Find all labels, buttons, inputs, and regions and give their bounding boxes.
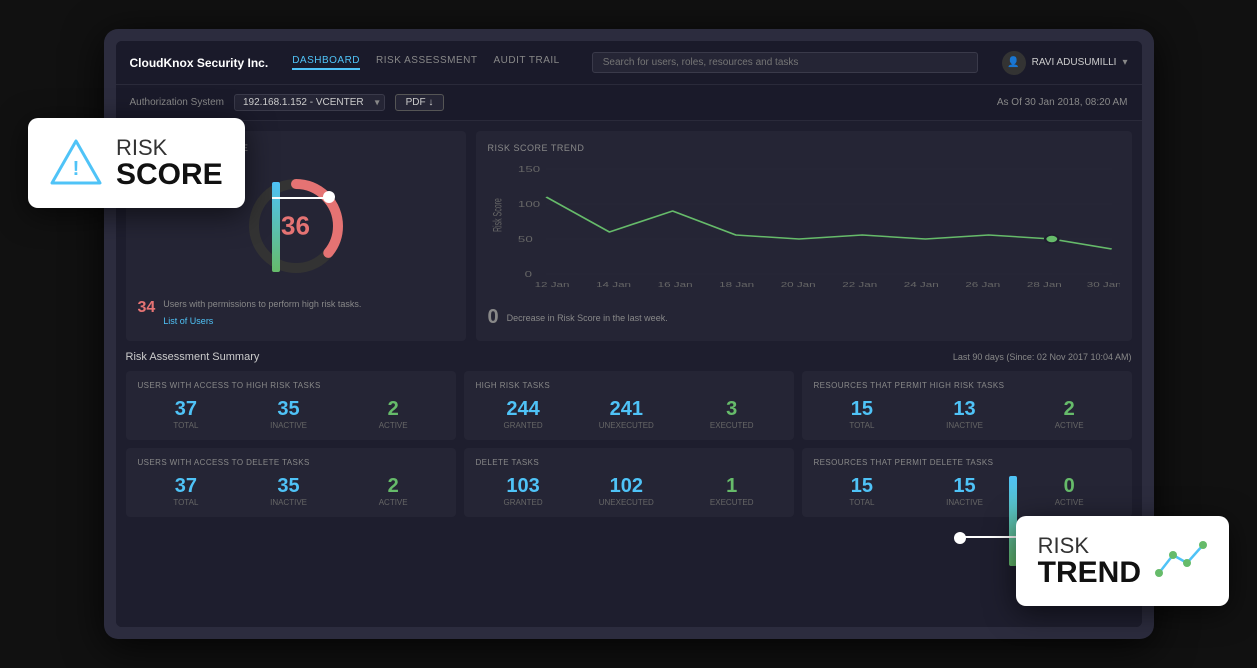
card-title: RESOURCES THAT PERMIT DELETE TASKS: [814, 458, 1120, 467]
avatar: 👤: [1002, 51, 1026, 75]
overlay-risk-label: RISK: [116, 136, 223, 160]
connector-dot-right: [954, 532, 966, 544]
summary-grid: USERS WITH ACCESS TO HIGH RISK TASKS 37 …: [126, 371, 1132, 517]
sub-header: Authorization System 192.168.1.152 - VCE…: [116, 85, 1142, 121]
total-value: 37: [173, 398, 198, 421]
warning-triangle-icon: !: [50, 137, 102, 189]
summary-card-high-risk-users: USERS WITH ACCESS TO HIGH RISK TASKS 37 …: [126, 371, 456, 440]
search-input[interactable]: [592, 52, 978, 73]
card-title: USERS WITH ACCESS TO HIGH RISK TASKS: [138, 381, 444, 390]
svg-text:14 Jan: 14 Jan: [596, 281, 631, 289]
as-of-date: As Of 30 Jan 2018, 08:20 AM: [997, 97, 1128, 108]
overlay-score-label: SCORE: [116, 160, 223, 190]
list-of-users-link[interactable]: List of Users: [163, 316, 213, 326]
active-value: 2: [379, 398, 408, 421]
card-title: USERS WITH ACCESS TO DELETE TASKS: [138, 458, 444, 467]
svg-text:28 Jan: 28 Jan: [1026, 281, 1061, 289]
connector-dot-left: [323, 191, 335, 203]
overlay-risk-trend-card: RISK TREND: [1016, 516, 1229, 606]
risk-trend-title: RISK SCORE TREND: [488, 143, 1120, 153]
summary-card-high-risk-resources: RESOURCES THAT PERMIT HIGH RISK TASKS 15…: [802, 371, 1132, 440]
summary-card-high-risk-tasks: HIGH RISK TASKS 244 GRANTED 241 UNEXECUT…: [464, 371, 794, 440]
user-section: 👤 RAVI ADUSUMILLI ▾: [1002, 51, 1128, 75]
accent-bar-left: [272, 182, 280, 272]
total-label: TOTAL: [173, 421, 198, 430]
users-desc: Users with permissions to perform high r…: [163, 299, 361, 311]
svg-text:50: 50: [517, 235, 532, 244]
main-content: CURRENT RISK SCORE 3: [116, 121, 1142, 627]
nav-audit-trail[interactable]: AUDIT TRAIL: [493, 55, 559, 70]
donut-value: 36: [281, 211, 310, 242]
connector-left: [272, 197, 327, 199]
value-group: 35 INACTIVE: [270, 398, 307, 430]
assessment-summary: Risk Assessment Summary Last 90 days (Si…: [126, 351, 1132, 617]
trend-line-icon: [1155, 535, 1207, 587]
overlay-trend-label: TREND: [1038, 558, 1141, 588]
logo: CloudKnox Security Inc.: [130, 56, 269, 70]
summary-card-delete-tasks: DELETE TASKS 103 GRANTED 102 UNEXECUTED: [464, 448, 794, 517]
overlay-risk-score-card: ! RISK SCORE: [28, 118, 245, 208]
users-count: 34: [138, 299, 156, 317]
card-title: DELETE TASKS: [476, 458, 782, 467]
value-group: 37 TOTAL: [173, 398, 198, 430]
svg-text:26 Jan: 26 Jan: [965, 281, 1000, 289]
nav-menu: DASHBOARD RISK ASSESSMENT AUDIT TRAIL: [292, 55, 560, 70]
trend-chart: 150 100 50 0 Risk Score: [488, 157, 1120, 297]
svg-text:100: 100: [517, 200, 539, 209]
summary-card-delete-users: USERS WITH ACCESS TO DELETE TASKS 37 TOT…: [126, 448, 456, 517]
nav-dashboard[interactable]: DASHBOARD: [292, 55, 360, 70]
summary-title: Risk Assessment Summary: [126, 351, 260, 363]
svg-text:0: 0: [524, 270, 531, 279]
overlay-trend-risk-label: RISK: [1038, 534, 1141, 558]
app-header: CloudKnox Security Inc. DASHBOARD RISK A…: [116, 41, 1142, 85]
card-title: HIGH RISK TASKS: [476, 381, 782, 390]
svg-text:!: !: [73, 158, 80, 180]
svg-text:20 Jan: 20 Jan: [780, 281, 815, 289]
inactive-label: INACTIVE: [270, 421, 307, 430]
svg-text:Risk Score: Risk Score: [491, 198, 504, 232]
svg-text:22 Jan: 22 Jan: [842, 281, 877, 289]
card-title: RESOURCES THAT PERMIT HIGH RISK TASKS: [814, 381, 1120, 390]
value-group: 2 ACTIVE: [379, 398, 408, 430]
chevron-down-icon: ▾: [1122, 57, 1127, 68]
svg-text:12 Jan: 12 Jan: [534, 281, 569, 289]
overlay-risk-trend-text: RISK TREND: [1038, 534, 1141, 588]
user-name: RAVI ADUSUMILLI: [1032, 57, 1117, 68]
decrease-label: Decrease in Risk Score in the last week.: [507, 313, 668, 323]
svg-text:16 Jan: 16 Jan: [657, 281, 692, 289]
active-label: ACTIVE: [379, 421, 408, 430]
summary-date: Last 90 days (Since: 02 Nov 2017 10:04 A…: [953, 352, 1132, 362]
overlay-risk-score-text: RISK SCORE: [116, 136, 223, 190]
decrease-value: 0: [488, 306, 499, 329]
pdf-button[interactable]: PDF ↓: [395, 94, 445, 111]
risk-trend-panel: RISK SCORE TREND 150 100 50 0 Ri: [476, 131, 1132, 341]
connector-right: [962, 536, 1017, 538]
nav-risk-assessment[interactable]: RISK ASSESSMENT: [376, 55, 477, 70]
svg-text:150: 150: [517, 165, 539, 174]
auth-label: Authorization System: [130, 97, 225, 108]
vcenter-select[interactable]: 192.168.1.152 - VCENTER ▾: [234, 94, 385, 111]
inactive-value: 35: [270, 398, 307, 421]
svg-text:30 Jan: 30 Jan: [1086, 281, 1119, 289]
svg-text:24 Jan: 24 Jan: [903, 281, 938, 289]
summary-card-delete-resources: RESOURCES THAT PERMIT DELETE TASKS 15 TO…: [802, 448, 1132, 517]
svg-text:18 Jan: 18 Jan: [719, 281, 754, 289]
